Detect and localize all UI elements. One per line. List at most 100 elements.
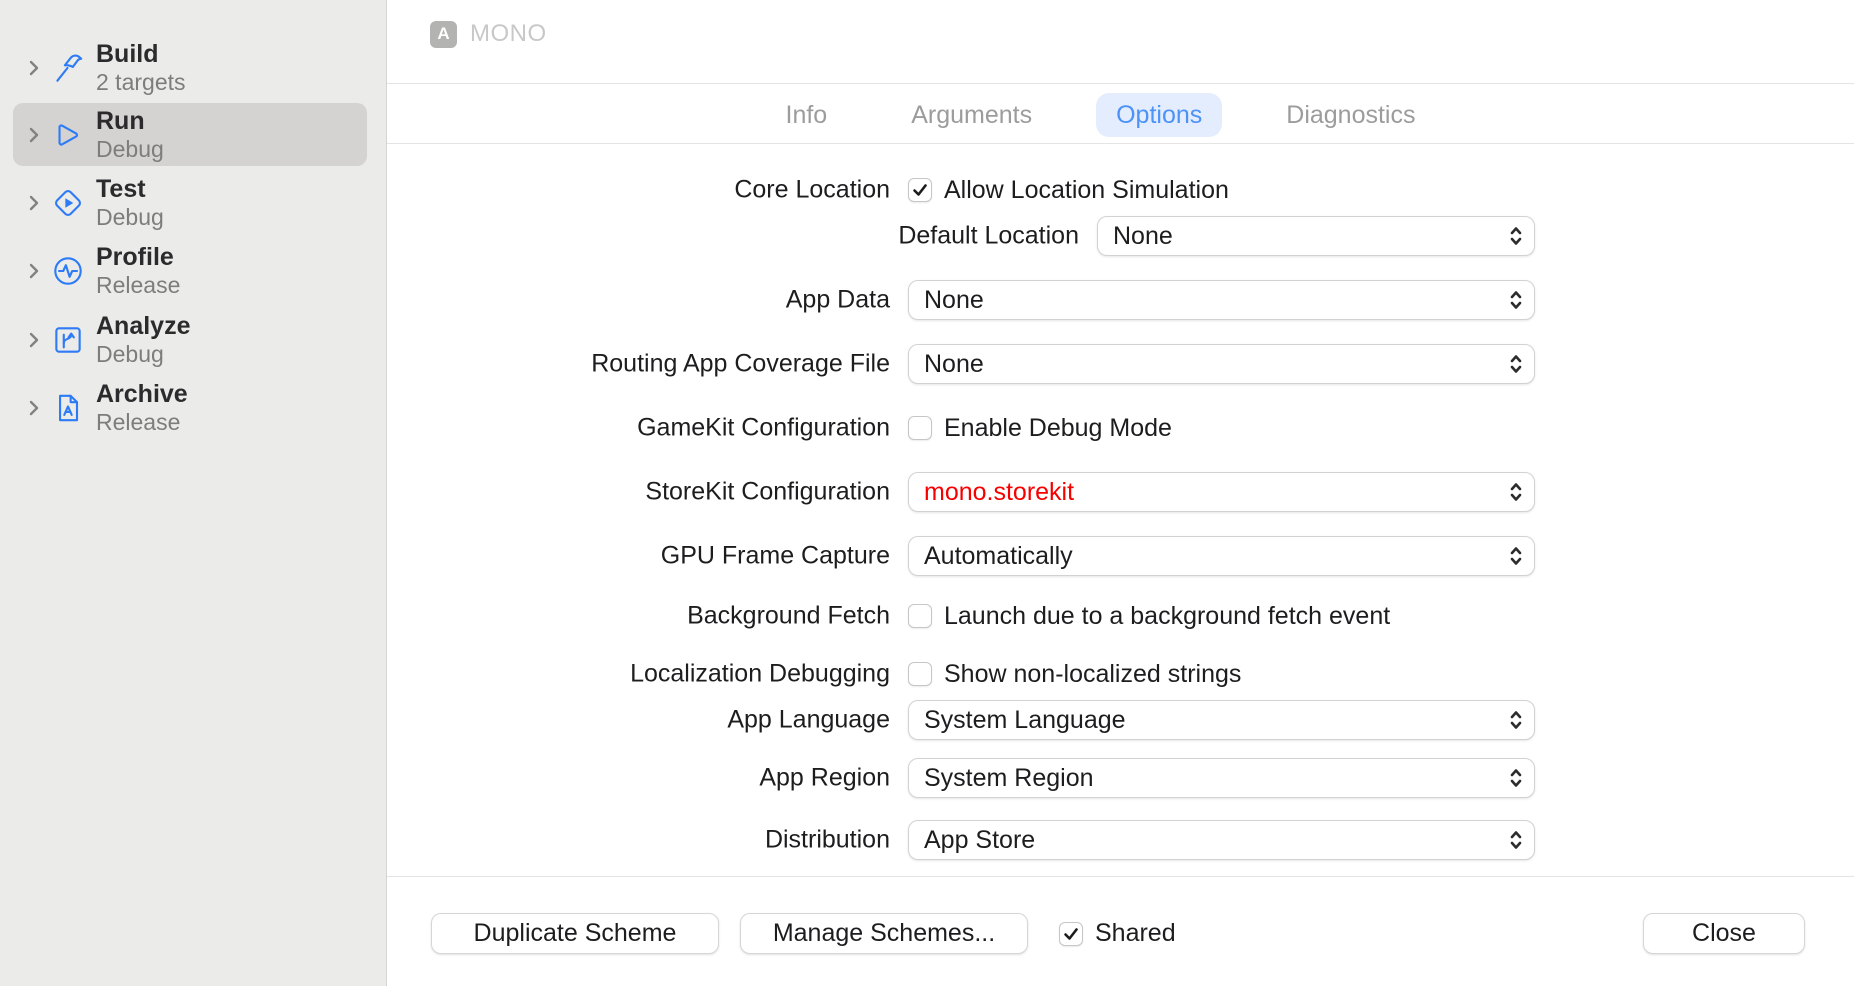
form-row-app-region: App Region System Region: [387, 758, 1854, 798]
dropdown-value: None: [924, 350, 984, 379]
stepper-icon: [1508, 224, 1524, 248]
field-label: Distribution: [387, 826, 890, 855]
sidebar-item-build[interactable]: Build 2 targets: [13, 36, 367, 99]
sidebar-item-analyze[interactable]: Analyze Debug: [13, 308, 367, 371]
header-divider: [387, 83, 1854, 84]
chevron-right-icon[interactable]: [28, 193, 40, 213]
form-row-localization-debugging: Localization Debugging Show non-localize…: [387, 654, 1854, 694]
archive-document-icon: [48, 388, 88, 428]
shared-label: Shared: [1095, 919, 1176, 948]
sidebar-item-subtitle: Debug: [96, 342, 190, 368]
tab-info[interactable]: Info: [766, 93, 848, 137]
stepper-icon: [1508, 352, 1524, 376]
scheme-sidebar: Build 2 targets Run Debug Test: [0, 0, 387, 986]
checkbox-label: Show non-localized strings: [944, 660, 1241, 689]
dropdown-value: None: [924, 286, 984, 315]
run-play-icon: [48, 115, 88, 155]
checkbox-label: Enable Debug Mode: [944, 414, 1172, 443]
form-row-gamekit: GameKit Configuration Enable Debug Mode: [387, 408, 1854, 448]
sidebar-item-subtitle: Debug: [96, 137, 164, 163]
field-label: Localization Debugging: [387, 660, 890, 689]
sidebar-item-title: Profile: [96, 243, 180, 271]
chevron-right-icon[interactable]: [28, 398, 40, 418]
gpu-frame-capture-dropdown[interactable]: Automatically: [908, 536, 1535, 576]
sidebar-item-subtitle: 2 targets: [96, 70, 186, 96]
form-row-gpu-frame-capture: GPU Frame Capture Automatically: [387, 536, 1854, 576]
shared-checkbox[interactable]: [1059, 922, 1083, 946]
form-row-core-location: Core Location Allow Location Simulation: [387, 170, 1854, 210]
sidebar-item-title: Run: [96, 107, 164, 135]
close-button[interactable]: Close: [1643, 913, 1805, 954]
manage-schemes-button[interactable]: Manage Schemes...: [740, 913, 1028, 954]
sidebar-item-title: Archive: [96, 380, 188, 408]
enable-debug-mode-checkbox[interactable]: [908, 416, 932, 440]
form-row-storekit: StoreKit Configuration mono.storekit: [387, 472, 1854, 512]
sidebar-item-title: Test: [96, 175, 164, 203]
stepper-icon: [1508, 480, 1524, 504]
tabs-divider: [387, 143, 1854, 144]
dropdown-value: Automatically: [924, 542, 1073, 571]
stepper-icon: [1508, 828, 1524, 852]
field-label: GPU Frame Capture: [387, 542, 890, 571]
stepper-icon: [1508, 288, 1524, 312]
tab-diagnostics[interactable]: Diagnostics: [1266, 93, 1435, 137]
test-diamond-icon: [48, 183, 88, 223]
form-row-app-data: App Data None: [387, 280, 1854, 320]
distribution-dropdown[interactable]: App Store: [908, 820, 1535, 860]
field-label: App Language: [387, 706, 890, 735]
sidebar-item-subtitle: Debug: [96, 205, 164, 231]
form-row-routing-app-coverage: Routing App Coverage File None: [387, 344, 1854, 384]
chevron-right-icon[interactable]: [28, 261, 40, 281]
sidebar-item-run[interactable]: Run Debug: [13, 103, 367, 166]
dropdown-value: App Store: [924, 826, 1035, 855]
sidebar-item-archive[interactable]: Archive Release: [13, 376, 367, 439]
chevron-right-icon[interactable]: [28, 330, 40, 350]
form-row-default-location: Default Location None: [387, 216, 1854, 256]
chevron-right-icon[interactable]: [28, 58, 40, 78]
stepper-icon: [1508, 766, 1524, 790]
profile-pulse-icon: [48, 251, 88, 291]
stepper-icon: [1508, 708, 1524, 732]
field-label: App Data: [387, 286, 890, 315]
scheme-name: MONO: [470, 20, 547, 48]
duplicate-scheme-button[interactable]: Duplicate Scheme: [431, 913, 719, 954]
analyze-branch-icon: [48, 320, 88, 360]
dropdown-value: None: [1113, 222, 1173, 251]
chevron-right-icon[interactable]: [28, 125, 40, 145]
sidebar-item-test[interactable]: Test Debug: [13, 171, 367, 234]
sidebar-item-profile[interactable]: Profile Release: [13, 239, 367, 302]
app-store-icon: A: [430, 21, 457, 48]
dropdown-value: System Language: [924, 706, 1126, 735]
scheme-editor-pane: A MONO Info Arguments Options Diagnostic…: [387, 0, 1854, 986]
hammer-icon: [48, 48, 88, 88]
app-data-dropdown[interactable]: None: [908, 280, 1535, 320]
scheme-header: A MONO: [430, 20, 547, 48]
storekit-configuration-dropdown[interactable]: mono.storekit: [908, 472, 1535, 512]
routing-app-coverage-dropdown[interactable]: None: [908, 344, 1535, 384]
field-label: GameKit Configuration: [387, 414, 890, 443]
field-label: Routing App Coverage File: [387, 350, 890, 379]
sidebar-item-title: Build: [96, 40, 186, 68]
default-location-dropdown[interactable]: None: [1097, 216, 1535, 256]
field-label: App Region: [387, 764, 890, 793]
field-label: StoreKit Configuration: [387, 478, 890, 507]
allow-location-simulation-checkbox[interactable]: [908, 178, 932, 202]
tab-options[interactable]: Options: [1096, 93, 1222, 137]
form-row-distribution: Distribution App Store: [387, 820, 1854, 860]
background-fetch-checkbox[interactable]: [908, 604, 932, 628]
shared-option: Shared: [1059, 913, 1176, 954]
tab-arguments[interactable]: Arguments: [891, 93, 1052, 137]
dropdown-value: mono.storekit: [924, 478, 1074, 507]
sidebar-item-subtitle: Release: [96, 273, 180, 299]
field-label: Default Location: [387, 222, 1079, 251]
app-region-dropdown[interactable]: System Region: [908, 758, 1535, 798]
tab-bar: Info Arguments Options Diagnostics: [387, 93, 1814, 137]
app-language-dropdown[interactable]: System Language: [908, 700, 1535, 740]
checkbox-label: Allow Location Simulation: [944, 176, 1229, 205]
stepper-icon: [1508, 544, 1524, 568]
form-row-app-language: App Language System Language: [387, 700, 1854, 740]
sidebar-item-title: Analyze: [96, 312, 190, 340]
show-non-localized-strings-checkbox[interactable]: [908, 662, 932, 686]
field-label: Background Fetch: [387, 602, 890, 631]
sidebar-item-subtitle: Release: [96, 410, 188, 436]
